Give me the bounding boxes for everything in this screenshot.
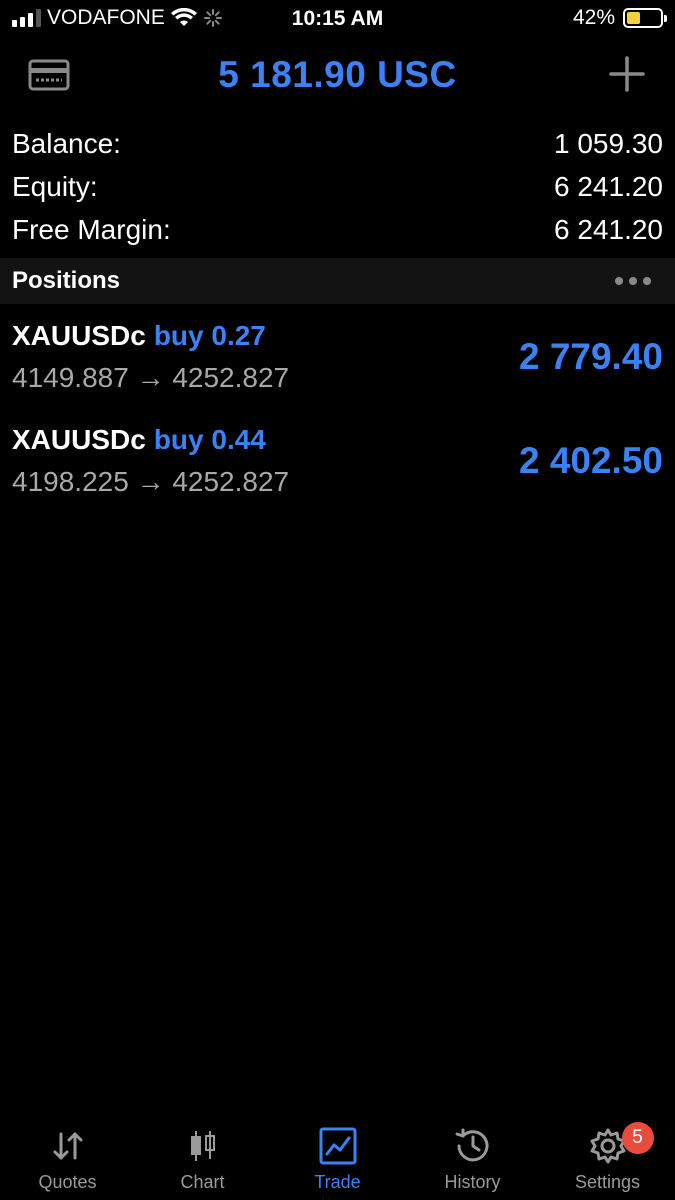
tab-label: Trade (314, 1172, 361, 1192)
position-row[interactable]: XAUUSDc buy 0.44 4198.225 → 4252.827 2 40… (0, 414, 675, 518)
equity-value: 6 241.20 (554, 170, 663, 202)
equity-label: Equity: (12, 170, 98, 202)
positions-list: XAUUSDc buy 0.27 4149.887 → 4252.827 2 77… (0, 310, 675, 518)
position-prices: 4149.887 → 4252.827 (12, 362, 290, 393)
position-symbol: XAUUSDc (12, 424, 146, 455)
battery-fill (627, 12, 640, 24)
tab-history[interactable]: History (405, 1118, 540, 1200)
position-profit: 2 779.40 (518, 336, 663, 377)
tab-trade[interactable]: Trade (270, 1118, 405, 1200)
header: 5 181.90 USC (0, 44, 675, 108)
positions-title: Positions (12, 267, 121, 294)
notification-badge: 5 (621, 1122, 654, 1154)
position-symbol: XAUUSDc (12, 320, 146, 351)
position-title: XAUUSDc buy 0.44 (12, 424, 266, 456)
balance-row: Balance: 1 059.30 (0, 122, 675, 165)
trade-icon (319, 1127, 356, 1165)
history-icon (455, 1128, 488, 1162)
plus-icon[interactable] (609, 56, 645, 92)
position-row[interactable]: XAUUSDc buy 0.27 4149.887 → 4252.827 2 77… (0, 310, 675, 414)
tab-settings[interactable]: Settings 5 (540, 1118, 675, 1200)
balance-value: 1 059.30 (554, 127, 663, 159)
tab-label: History (444, 1172, 501, 1192)
equity-title: 5 181.90 USC (218, 54, 457, 95)
free-margin-label: Free Margin: (12, 213, 171, 245)
balance-label: Balance: (12, 127, 121, 159)
more-options-icon[interactable] (615, 277, 663, 285)
position-prices: 4198.225 → 4252.827 (12, 466, 290, 497)
battery-icon (623, 8, 667, 28)
position-side: buy 0.27 (153, 320, 266, 351)
position-title: XAUUSDc buy 0.27 (12, 320, 266, 352)
positions-header: Positions (0, 258, 675, 304)
free-margin-value: 6 241.20 (554, 213, 663, 245)
tab-label: Settings (574, 1172, 641, 1192)
equity-row: Equity: 6 241.20 (0, 165, 675, 208)
tab-bar: Quotes Chart Trade History Settings 5 (0, 1118, 675, 1200)
quotes-icon (53, 1132, 82, 1160)
tab-chart[interactable]: Chart (135, 1118, 270, 1200)
position-side: buy 0.44 (153, 424, 266, 455)
settings-icon (590, 1128, 625, 1164)
position-profit: 2 402.50 (518, 440, 663, 481)
tab-quotes[interactable]: Quotes (0, 1118, 135, 1200)
chart-icon (190, 1131, 215, 1161)
tab-label: Chart (180, 1172, 225, 1192)
free-margin-row: Free Margin: 6 241.20 (0, 208, 675, 251)
status-right: 42% (572, 6, 667, 30)
battery-percent: 42% (572, 6, 615, 29)
tab-label: Quotes (38, 1172, 97, 1192)
status-bar: VODAFONE 10:15 AM 42% (0, 0, 675, 38)
account-summary: Balance: 1 059.30 Equity: 6 241.20 Free … (0, 122, 675, 251)
trade-screen: VODAFONE 10:15 AM 42% 5 181.90 USC Balan… (0, 0, 675, 1200)
